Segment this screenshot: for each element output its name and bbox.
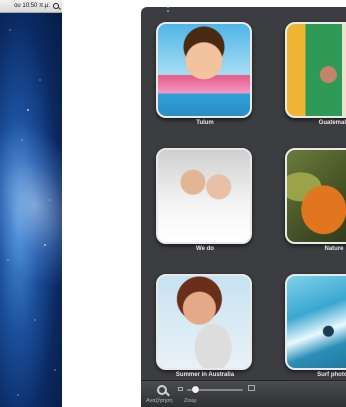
scroll-indicator <box>165 7 171 18</box>
event-thumbnail[interactable] <box>285 148 346 244</box>
event-thumbnail[interactable] <box>156 148 252 244</box>
event-label: We do <box>196 246 214 252</box>
event-tile-guatemala[interactable]: Guatemala <box>282 22 346 134</box>
menu-bar-clock[interactable]: ου 10:50 π.μ. <box>14 3 50 9</box>
event-thumbnail[interactable] <box>285 274 346 370</box>
event-label: Surf photos <box>317 372 346 378</box>
starfield <box>0 0 62 407</box>
event-label: Summer in Australia <box>175 372 235 378</box>
event-label: Nature <box>324 246 344 252</box>
event-label: Tulum <box>196 120 214 126</box>
event-thumbnail[interactable] <box>285 22 346 118</box>
desktop-wallpaper: ου 10:50 π.μ. <box>0 0 62 407</box>
zoom-slider-knob[interactable] <box>191 386 199 393</box>
event-label: Guatemala <box>318 120 346 126</box>
event-tile-tulum[interactable]: Tulum <box>153 22 257 134</box>
event-thumbnail[interactable] <box>156 274 252 370</box>
event-thumbnail[interactable] <box>156 22 252 118</box>
photo-events-window: Tulum Guatemala We do Nature Summer in A… <box>141 7 346 407</box>
event-tile-summer-in-australia[interactable]: Summer in Australia <box>153 274 257 386</box>
search-icon[interactable] <box>157 385 167 395</box>
menu-bar: ου 10:50 π.μ. <box>0 0 62 13</box>
event-tile-we-do[interactable]: We do <box>153 148 257 260</box>
event-tile-nature[interactable]: Nature <box>282 148 346 260</box>
spotlight-search-icon[interactable] <box>53 3 59 9</box>
zoom-in-icon[interactable] <box>248 385 255 391</box>
search-label: Αναζήτηση <box>146 398 173 404</box>
event-tile-surf-photos[interactable]: Surf photos <box>282 274 346 386</box>
bottom-toolbar: Αναζήτηση Ζουμ <box>141 380 346 407</box>
zoom-out-icon[interactable] <box>178 387 183 391</box>
zoom-label: Ζουμ <box>184 398 197 404</box>
